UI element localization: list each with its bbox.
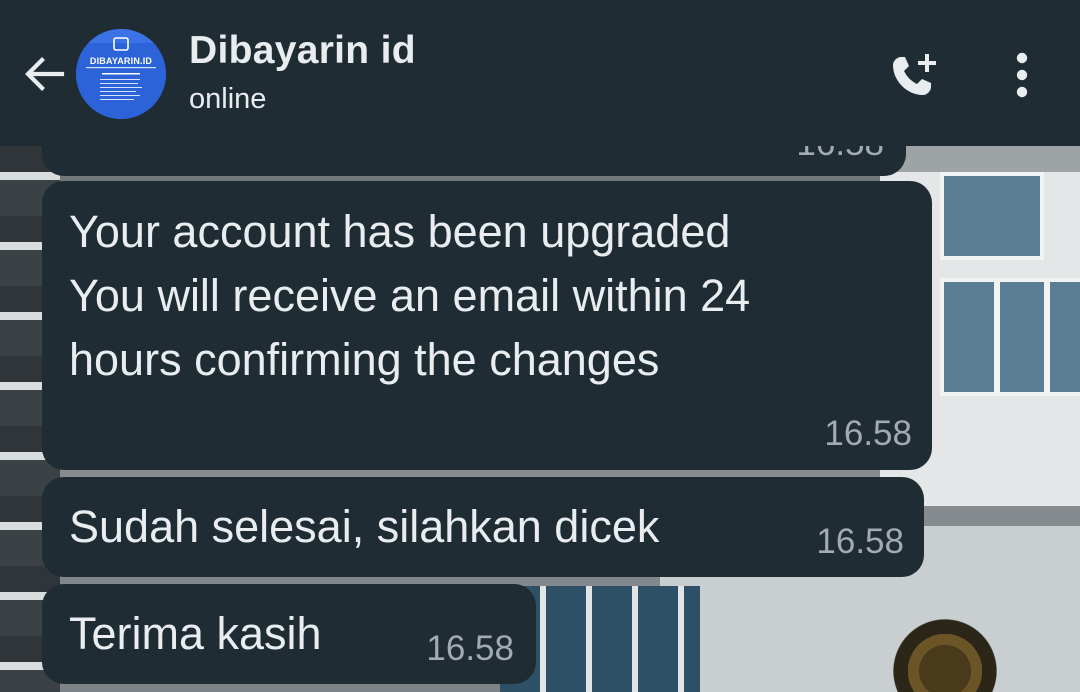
wallpaper-roof xyxy=(880,146,1080,172)
arrow-back-icon xyxy=(25,57,65,91)
add-call-button[interactable] xyxy=(882,44,944,106)
message-bubble[interactable]: Sudah selesai, silahkan dicek 16.58 xyxy=(42,477,924,577)
wallpaper-window xyxy=(940,278,998,396)
avatar-logo-text: DIBAYARIN.ID xyxy=(89,56,153,66)
message-line: Terima kasih xyxy=(69,608,322,659)
chat-header: DIBAYARIN.ID Dibayarin id online xyxy=(0,0,1080,146)
message-line: Your account has been upgraded xyxy=(69,206,731,257)
message-line: You will receive an email within 24 xyxy=(69,270,751,321)
message-bubble[interactable]: Terima kasih 16.58 xyxy=(42,584,536,684)
message-bubble[interactable]: Your account has been upgraded You will … xyxy=(42,181,932,470)
message-text: Your account has been upgraded You will … xyxy=(69,200,750,392)
contact-name: Dibayarin id xyxy=(189,29,416,72)
more-options-button[interactable] xyxy=(1000,44,1044,106)
wallpaper-window xyxy=(996,278,1048,396)
contact-info[interactable]: Dibayarin id online xyxy=(189,28,416,116)
message-time: 16.58 xyxy=(426,629,514,668)
back-button[interactable] xyxy=(14,44,74,104)
wallpaper-window xyxy=(940,172,1044,260)
message-line: hours confirming the changes xyxy=(69,334,660,385)
add-call-icon xyxy=(893,54,936,95)
wallpaper-window xyxy=(1046,278,1080,396)
contact-avatar[interactable]: DIBAYARIN.ID xyxy=(76,29,166,119)
avatar-image xyxy=(76,29,166,119)
message-line: Sudah selesai, silahkan dicek xyxy=(69,501,660,552)
message-time: 16.58 xyxy=(816,522,904,561)
more-vert-icon xyxy=(1016,52,1028,98)
message-time: 16.58 xyxy=(824,414,912,453)
message-text: Terima kasih xyxy=(69,602,322,666)
message-text: Sudah selesai, silahkan dicek xyxy=(69,495,659,559)
chat-screen: 16.58 Your account has been upgraded You… xyxy=(0,0,1080,692)
contact-status: online xyxy=(189,83,267,115)
